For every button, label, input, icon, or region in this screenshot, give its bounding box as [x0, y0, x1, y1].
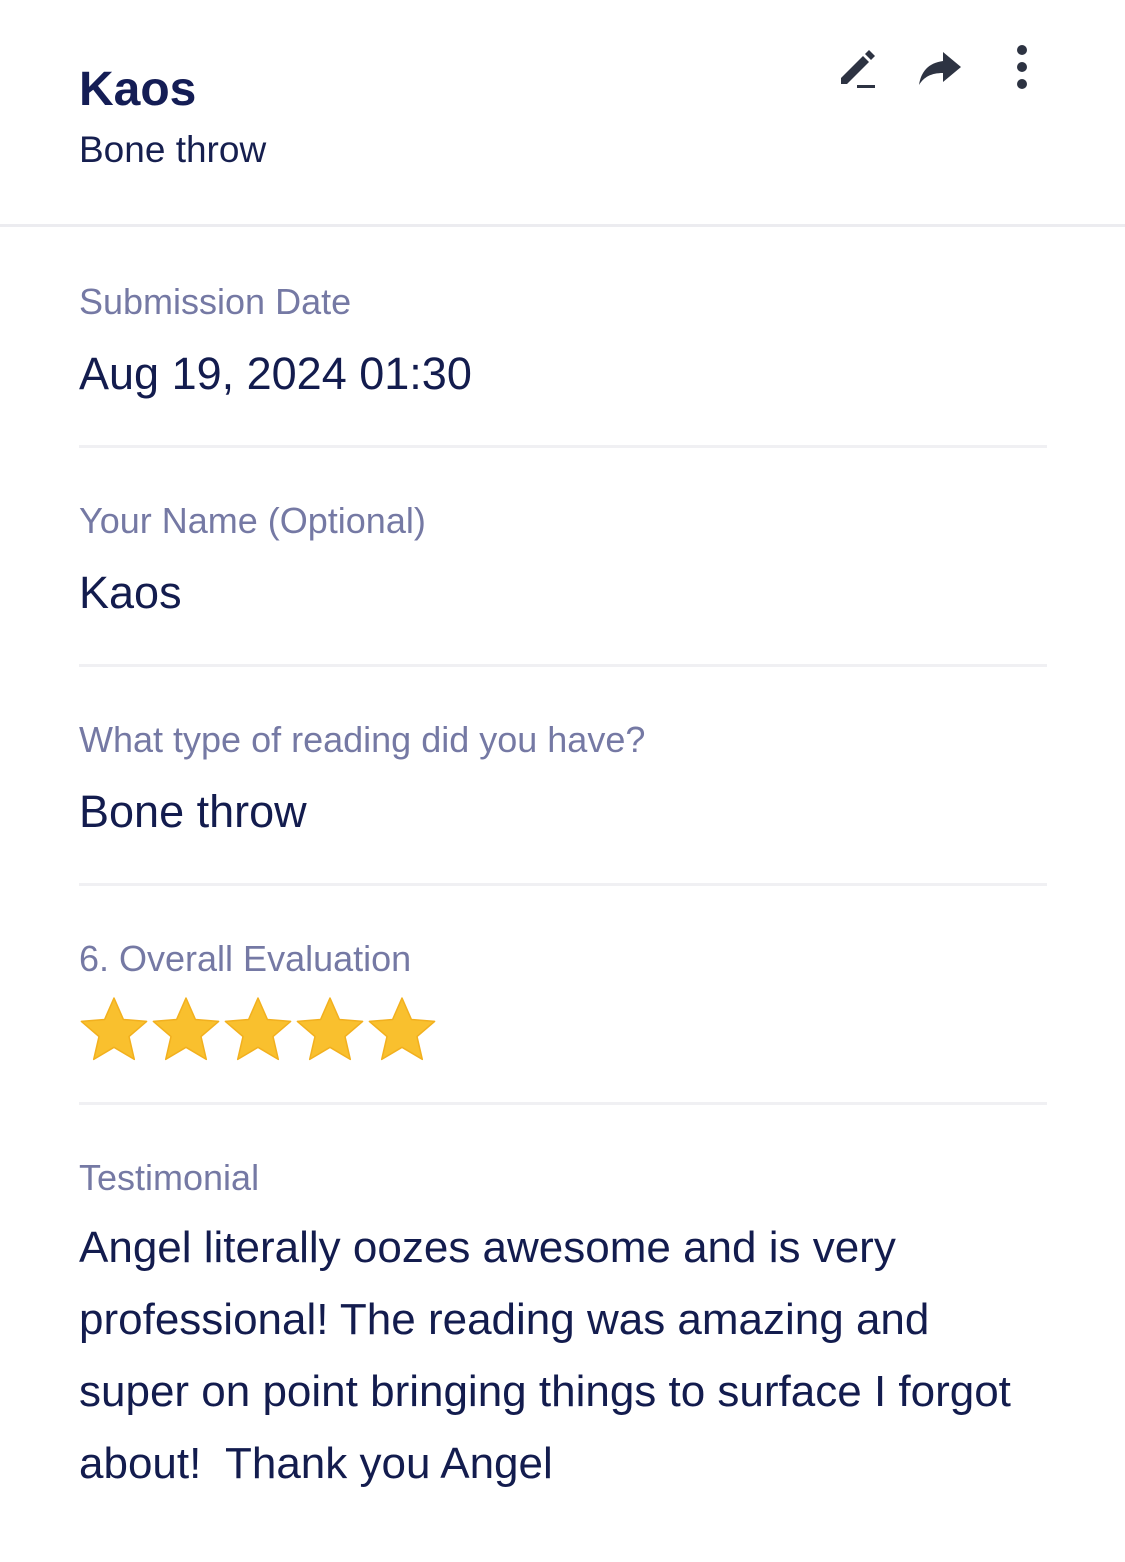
field-label: Submission Date: [79, 281, 352, 322]
field-reading-type: What type of reading did you have? Bone …: [79, 718, 1046, 840]
star-icon: [367, 995, 437, 1065]
divider: [79, 445, 1047, 448]
star-icon: [223, 995, 293, 1065]
divider: [79, 664, 1047, 667]
divider: [79, 1102, 1047, 1105]
divider: [79, 883, 1047, 886]
header-actions: [835, 44, 1045, 90]
star-icon: [79, 995, 149, 1065]
share-button[interactable]: [917, 44, 963, 90]
share-arrow-icon: [919, 52, 961, 85]
field-value: Kaos: [79, 567, 182, 618]
field-value: Bone throw: [79, 786, 307, 837]
star-icon: [295, 995, 365, 1065]
field-label: Your Name (Optional): [79, 500, 426, 541]
field-testimonial: Testimonial Angel literally oozes awesom…: [79, 1156, 1046, 1500]
field-value: Aug 19, 2024 01:30: [79, 348, 472, 399]
field-your-name: Your Name (Optional) Kaos: [79, 499, 1046, 621]
field-overall-evaluation: 6. Overall Evaluation: [79, 937, 1046, 1065]
response-title: Kaos: [79, 63, 197, 116]
response-header: Kaos Bone throw: [0, 0, 1125, 227]
star-rating: [79, 995, 1046, 1065]
field-label: Testimonial: [79, 1157, 260, 1198]
star-icon: [151, 995, 221, 1065]
more-vertical-icon: [1017, 45, 1027, 89]
more-options-button[interactable]: [999, 44, 1045, 90]
field-label: What type of reading did you have?: [79, 719, 646, 760]
field-submission-date: Submission Date Aug 19, 2024 01:30: [79, 280, 1046, 402]
pencil-icon: [841, 50, 875, 88]
field-label: 6. Overall Evaluation: [79, 938, 412, 979]
response-subtitle: Bone throw: [79, 129, 267, 170]
edit-button[interactable]: [835, 44, 881, 90]
field-value: Angel literally oozes awesome and is ver…: [79, 1223, 1024, 1488]
